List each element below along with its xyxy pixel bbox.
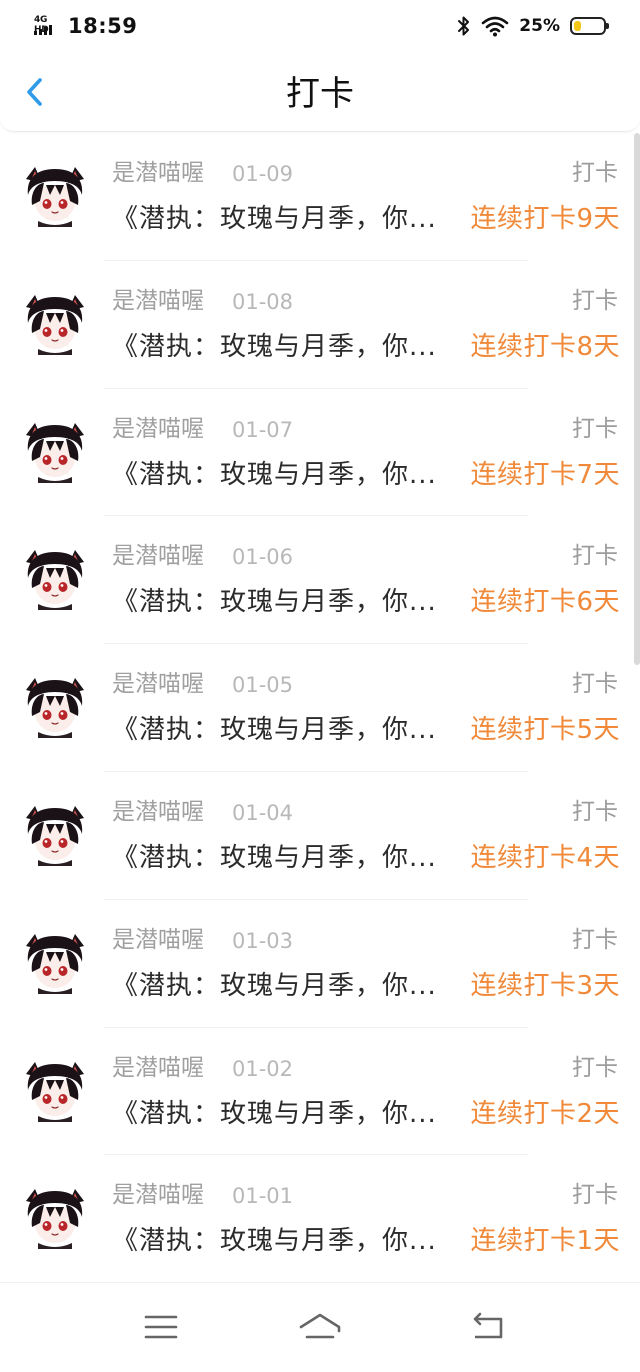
avatar-icon	[23, 803, 87, 868]
avatar[interactable]	[20, 928, 90, 998]
item-content: 《潜执：玫瑰与月季，你...	[112, 715, 437, 746]
status-bar: 4G HD 18:59 25%	[0, 0, 640, 52]
item-content: 《潜执：玫瑰与月季，你...	[112, 587, 437, 618]
item-date: 01-07	[232, 417, 294, 442]
item-date: 01-03	[232, 928, 294, 953]
scrollbar[interactable]	[634, 133, 640, 665]
avatar[interactable]	[20, 544, 90, 614]
signal-icon: 4G HD	[34, 15, 60, 37]
item-type: 打卡	[572, 287, 618, 314]
item-date: 01-06	[232, 545, 294, 570]
battery-icon	[570, 17, 609, 35]
user-name[interactable]: 是潜喵喔	[112, 670, 204, 698]
streak-label: 连续打卡6天	[470, 587, 620, 618]
list-item[interactable]: 是潜喵喔 01-02 打卡 《潜执：玫瑰与月季，你... 连续打卡2天	[0, 1028, 640, 1156]
list-item[interactable]: 是潜喵喔 01-04 打卡 《潜执：玫瑰与月季，你... 连续打卡4天	[0, 772, 640, 900]
item-content: 《潜执：玫瑰与月季，你...	[112, 842, 437, 873]
streak-label: 连续打卡7天	[470, 459, 620, 490]
avatar-icon	[23, 292, 87, 357]
page-title: 打卡	[286, 74, 354, 114]
avatar[interactable]	[20, 161, 90, 231]
menu-icon	[144, 1315, 178, 1339]
clock: 18:59	[68, 14, 138, 38]
item-date: 01-05	[232, 673, 294, 698]
list-item[interactable]: 是潜喵喔 01-09 打卡 《潜执：玫瑰与月季，你... 连续打卡9天	[0, 133, 640, 261]
item-date: 01-08	[232, 289, 294, 314]
streak-label: 连续打卡4天	[470, 842, 620, 873]
back-icon	[473, 1312, 503, 1339]
avatar-icon	[23, 931, 87, 996]
avatar[interactable]	[20, 672, 90, 742]
streak-label: 连续打卡3天	[470, 970, 620, 1001]
streak-label: 连续打卡9天	[470, 204, 620, 234]
item-type: 打卡	[572, 415, 618, 442]
avatar-icon	[23, 1059, 87, 1124]
list-item[interactable]: 是潜喵喔 01-08 打卡 《潜执：玫瑰与月季，你... 连续打卡8天	[0, 261, 640, 389]
user-name[interactable]: 是潜喵喔	[112, 1181, 204, 1209]
menu-button[interactable]	[141, 1309, 181, 1345]
status-left: 4G HD 18:59	[34, 14, 137, 38]
streak-label: 连续打卡5天	[470, 715, 620, 746]
bluetooth-icon	[458, 16, 470, 36]
navigation-bar	[0, 1282, 640, 1372]
avatar-icon	[23, 1187, 87, 1252]
avatar[interactable]	[20, 1183, 90, 1253]
header: 打卡	[0, 52, 640, 132]
item-content: 《潜执：玫瑰与月季，你...	[112, 970, 437, 1001]
item-content: 《潜执：玫瑰与月季，你...	[112, 331, 437, 362]
user-name[interactable]: 是潜喵喔	[112, 287, 204, 315]
avatar-icon	[23, 420, 87, 485]
item-date: 01-04	[232, 800, 294, 825]
list-item[interactable]: 是潜喵喔 01-06 打卡 《潜执：玫瑰与月季，你... 连续打卡6天	[0, 516, 640, 645]
battery-percent: 25%	[519, 16, 560, 36]
avatar-icon	[23, 165, 87, 229]
item-date: 01-02	[232, 1056, 294, 1081]
item-type: 打卡	[572, 926, 618, 953]
avatar-icon	[23, 676, 87, 741]
avatar[interactable]	[20, 800, 90, 870]
streak-label: 连续打卡1天	[470, 1226, 620, 1257]
item-content: 《潜执：玫瑰与月季，你...	[112, 204, 437, 234]
item-type: 打卡	[572, 1054, 618, 1081]
user-name[interactable]: 是潜喵喔	[112, 415, 204, 443]
user-name[interactable]: 是潜喵喔	[112, 1054, 204, 1082]
back-nav-button[interactable]	[469, 1309, 509, 1345]
home-button[interactable]	[298, 1309, 342, 1345]
list-item[interactable]: 是潜喵喔 01-01 打卡 《潜执：玫瑰与月季，你... 连续打卡1天	[0, 1155, 640, 1283]
item-date: 01-01	[232, 1184, 294, 1209]
user-name[interactable]: 是潜喵喔	[112, 926, 204, 954]
avatar[interactable]	[20, 289, 90, 359]
item-type: 打卡	[572, 1182, 618, 1209]
streak-label: 连续打卡2天	[470, 1098, 620, 1129]
item-type: 打卡	[572, 671, 618, 698]
item-type: 打卡	[572, 160, 618, 186]
item-content: 《潜执：玫瑰与月季，你...	[112, 1226, 437, 1257]
list-item[interactable]: 是潜喵喔 01-07 打卡 《潜执：玫瑰与月季，你... 连续打卡7天	[0, 389, 640, 517]
item-type: 打卡	[572, 798, 618, 825]
item-type: 打卡	[572, 543, 618, 570]
screen: 4G HD 18:59 25%	[0, 0, 640, 1372]
avatar-icon	[23, 548, 87, 613]
streak-label: 连续打卡8天	[470, 331, 620, 362]
list-item[interactable]: 是潜喵喔 01-05 打卡 《潜执：玫瑰与月季，你... 连续打卡5天	[0, 644, 640, 772]
user-name[interactable]: 是潜喵喔	[112, 542, 204, 570]
home-icon	[299, 1313, 341, 1339]
checkin-list: 是潜喵喔 01-09 打卡 《潜执：玫瑰与月季，你... 连续打卡9天 是潜喵喔…	[0, 133, 640, 1283]
battery-fill	[574, 21, 581, 31]
status-right: 25%	[457, 15, 609, 37]
list-item[interactable]: 是潜喵喔 01-03 打卡 《潜执：玫瑰与月季，你... 连续打卡3天	[0, 900, 640, 1028]
user-name[interactable]: 是潜喵喔	[112, 798, 204, 826]
item-content: 《潜执：玫瑰与月季，你...	[112, 459, 437, 490]
item-date: 01-09	[232, 162, 294, 186]
avatar[interactable]	[20, 1056, 90, 1126]
item-content: 《潜执：玫瑰与月季，你...	[112, 1098, 437, 1129]
avatar[interactable]	[20, 417, 90, 487]
wifi-icon	[481, 16, 509, 37]
user-name[interactable]: 是潜喵喔	[112, 159, 204, 187]
